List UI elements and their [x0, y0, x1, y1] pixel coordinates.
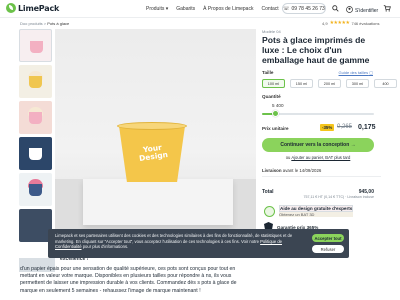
- size-selector: 100 ml 150 ml 200 ml 300 ml 400: [262, 79, 400, 88]
- user-icon: [346, 6, 353, 15]
- logo-text: LimePack: [18, 3, 60, 13]
- breadcrumb: Doo produits > Pots à glace: [20, 21, 70, 26]
- main-product-image[interactable]: Your Design: [55, 29, 256, 231]
- breadcrumb-home[interactable]: Doo produits: [20, 21, 43, 26]
- nav-products[interactable]: Produits ▾: [146, 6, 168, 12]
- size-guide-link[interactable]: Guide des tailles ▢: [339, 70, 373, 75]
- discount-badge: -35%: [320, 124, 335, 131]
- phone-icon: ☏: [283, 5, 290, 12]
- chat-bubble-icon: [264, 205, 275, 217]
- lime-leaf-icon: [6, 3, 16, 13]
- size-option-100ml[interactable]: 100 ml: [262, 79, 285, 88]
- cookie-text: Limepack et ses partenaires utilisent de…: [55, 233, 293, 250]
- rating-summary[interactable]: 4,9 ★★★★★ 746 évaluations: [322, 20, 380, 26]
- delivery-info: Livraison avant le 14/09/2026: [262, 168, 381, 173]
- design-help-block[interactable]: Aide au design gratuite d'experts Obtene…: [264, 205, 354, 217]
- quantity-slider[interactable]: [262, 110, 374, 118]
- thumbnail-5[interactable]: [19, 173, 52, 206]
- nav-contact[interactable]: Contact: [261, 6, 278, 12]
- price-row: Prix unitaire -35% 0,265 0,175: [262, 124, 381, 133]
- description-text: d'un papier épais pour une sensation de …: [20, 266, 237, 294]
- size-option-300ml[interactable]: 300 ml: [346, 79, 369, 88]
- quantity-label: Quantité: [262, 94, 281, 99]
- size-option-400ml[interactable]: 400: [374, 79, 397, 88]
- unit-price-label: Prix unitaire: [262, 126, 289, 131]
- size-label: Taille: [262, 70, 274, 75]
- model-label: Modèle 04: [262, 29, 281, 34]
- thumbnail-2[interactable]: [19, 65, 52, 98]
- thumbnail-gallery: [19, 29, 52, 245]
- cart-icon[interactable]: [382, 3, 392, 13]
- total-subtext: 757,11 € HT (0,14 € TTC) · Livraison inc…: [303, 195, 374, 199]
- cookie-banner: Limepack et ses partenaires utilisent de…: [48, 229, 349, 258]
- add-to-cart-link[interactable]: Ajouter au panier, BAT plus tard: [291, 155, 350, 160]
- site-header: LimePack Produits ▾ Gabarits À Propos de…: [0, 0, 400, 18]
- breadcrumb-current: Pots à glace: [47, 21, 70, 26]
- thumbnail-4[interactable]: [19, 137, 52, 170]
- add-to-cart-line: ou Ajouter au panier, BAT plus tard: [285, 155, 351, 160]
- continue-design-button[interactable]: Continuer vers la conception →: [262, 138, 374, 152]
- phone-number: 09 78 45 26 73: [291, 5, 325, 12]
- delivery-label: Livraison: [262, 168, 282, 173]
- main-nav: Produits ▾ Gabarits À Propos de Limepack…: [146, 6, 279, 12]
- old-price: 0,265: [337, 124, 353, 130]
- accept-all-button[interactable]: Accepter tout: [312, 234, 344, 242]
- new-price: 0,175: [358, 124, 376, 131]
- size-option-200ml[interactable]: 200 ml: [318, 79, 341, 88]
- thumbnail-1[interactable]: [19, 29, 52, 62]
- design-help-title: Aide au design gratuite d'experts: [279, 205, 354, 212]
- stars-icon: ★★★★★: [329, 20, 350, 26]
- login-link[interactable]: S'identifier: [346, 6, 378, 15]
- nav-about[interactable]: À Propos de Limepack: [203, 6, 253, 12]
- rating-count: 746 évaluations: [351, 20, 380, 26]
- logo[interactable]: LimePack: [6, 3, 59, 13]
- delivery-date: avant le 14/09/2026: [282, 168, 322, 173]
- quantity-slider-handle[interactable]: [271, 110, 279, 117]
- login-label: S'identifier: [355, 7, 379, 14]
- product-title: Pots à glace imprimés de luxe : Le choix…: [262, 35, 370, 65]
- quantity-value: 5 400: [272, 103, 284, 108]
- product-config-panel: Modèle 04 Pots à glace imprimés de luxe …: [262, 29, 397, 199]
- search-icon[interactable]: [330, 3, 340, 13]
- total-label: Total: [262, 189, 274, 195]
- rating-score: 4,9: [322, 20, 328, 26]
- refuse-button[interactable]: Refuser: [312, 245, 344, 253]
- nav-templates[interactable]: Gabarits: [176, 6, 195, 12]
- phone-button[interactable]: ☏ 09 78 45 26 73: [282, 3, 326, 14]
- thumbnail-3[interactable]: [19, 101, 52, 134]
- design-help-subtitle: Obtenez un BAT 3D: [279, 212, 354, 217]
- size-option-150ml[interactable]: 150 ml: [290, 79, 313, 88]
